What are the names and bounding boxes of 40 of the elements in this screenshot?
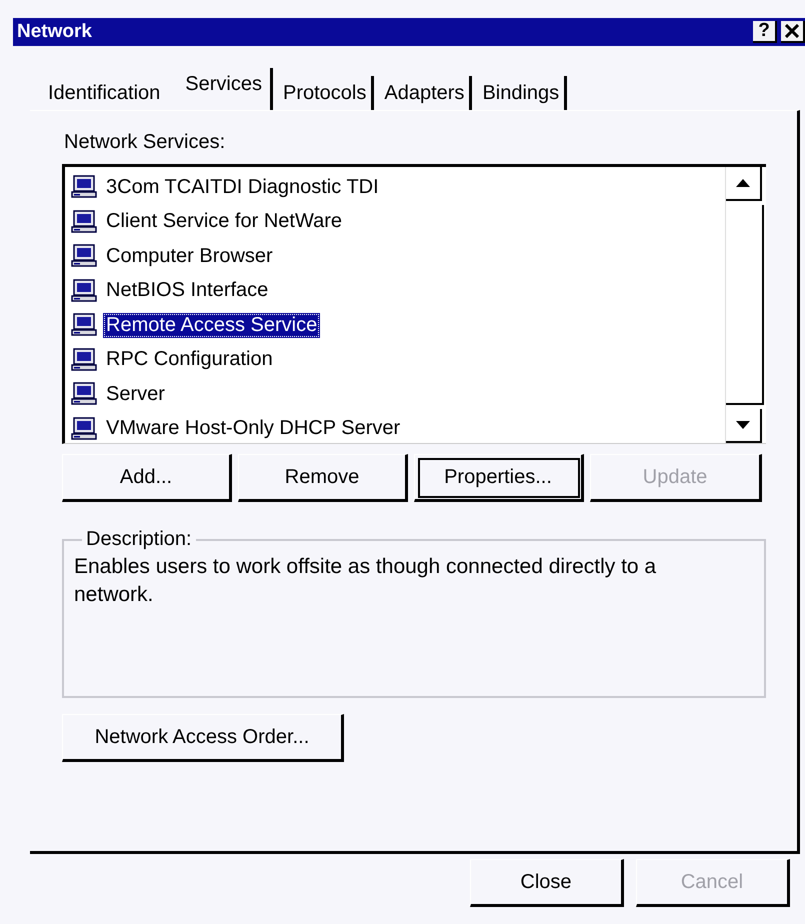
tab[interactable]: Adapters (378, 76, 472, 110)
computer-icon (71, 313, 97, 338)
services-list[interactable]: 3Com TCAITDI Diagnostic TDI Client Service for NetWare Computer Browser NetBIOS Interface Remote Access Service RPC Configuration Server VMware Host-Only DHCP Server (62, 164, 766, 444)
list-item[interactable]: Computer Browser (103, 244, 276, 269)
scroll-thumb[interactable] (726, 205, 764, 405)
window-title: Network (17, 21, 92, 43)
close-icon (785, 24, 799, 38)
list-item[interactable]: VMware Host-Only DHCP Server (103, 416, 404, 442)
computer-icon (71, 348, 97, 372)
down-arrow-icon (736, 421, 750, 429)
properties-button[interactable]: Properties... (414, 454, 584, 502)
list-label: Network Services: (64, 131, 226, 154)
tab[interactable]: Protocols (277, 76, 374, 110)
list-item[interactable]: 3Com TCAITDI Diagnostic TDI (103, 174, 382, 200)
scroll-down-button[interactable] (726, 409, 762, 443)
list-item[interactable]: Remote Access Service (103, 312, 320, 338)
tab[interactable]: Bindings (476, 76, 568, 110)
group-label: Description: (85, 528, 193, 551)
network-access-order-button[interactable]: Network Access Order... (62, 714, 344, 762)
list-item[interactable]: NetBIOS Interface (103, 278, 272, 304)
computer-icon (71, 382, 97, 406)
list-item[interactable]: Client Service for NetWare (103, 209, 345, 234)
remove-button[interactable]: Remove (238, 454, 408, 502)
computer-icon (71, 175, 97, 200)
scrollbar[interactable] (725, 167, 766, 443)
computer-icon (71, 244, 97, 268)
add-button[interactable]: Add... (62, 454, 232, 502)
tab[interactable]: Services (177, 68, 273, 110)
up-arrow-icon (736, 179, 750, 187)
computer-icon (71, 416, 97, 441)
list-item[interactable]: Server (103, 382, 168, 407)
help-button[interactable]: ? (753, 21, 777, 43)
description-text: Enables users to work offsite as though connected directly to a network. (74, 554, 658, 608)
computer-icon (71, 210, 97, 234)
computer-icon (71, 278, 97, 303)
list-item[interactable]: RPC Configuration (103, 347, 276, 372)
close-button[interactable]: Close (470, 859, 624, 907)
close-button[interactable] (781, 21, 805, 43)
tab[interactable]: Identification (42, 76, 166, 110)
scroll-up-button[interactable] (726, 167, 762, 201)
